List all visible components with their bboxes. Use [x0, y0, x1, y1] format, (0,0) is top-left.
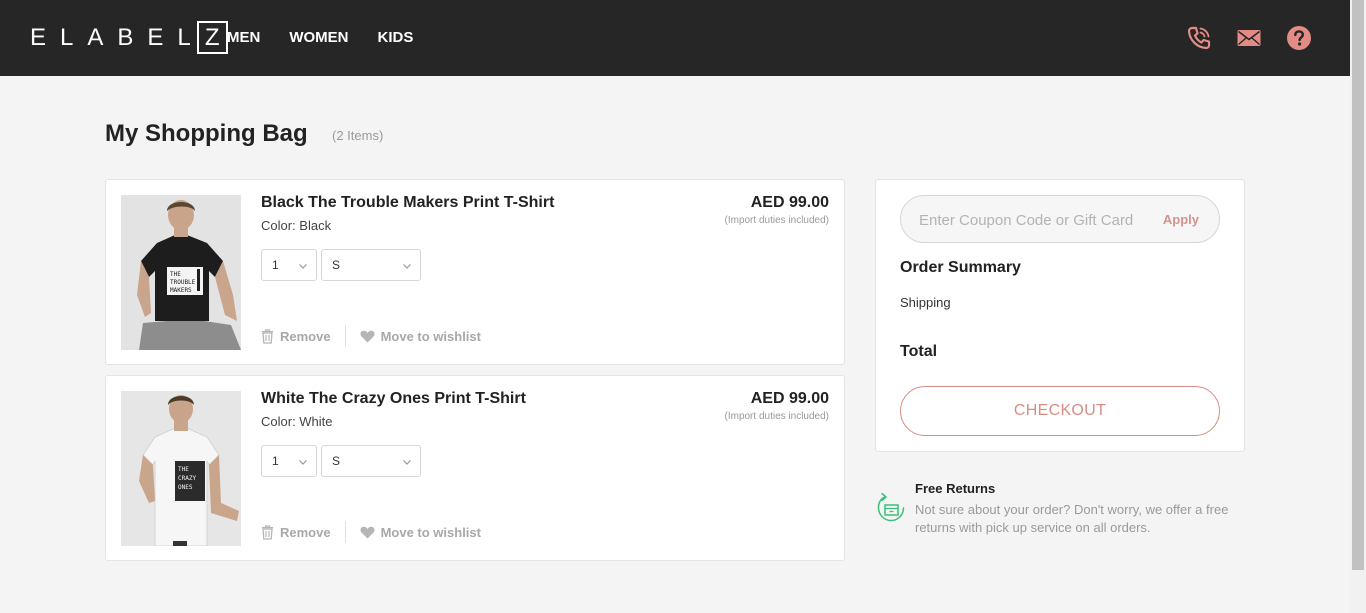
quantity-select[interactable]: 1	[261, 445, 317, 477]
item-count: (2 Items)	[332, 128, 384, 143]
shipping-label: Shipping	[900, 295, 951, 310]
size-select[interactable]: S	[321, 249, 421, 281]
move-to-wishlist-button[interactable]: Move to wishlist	[360, 329, 481, 344]
trash-icon	[261, 328, 274, 344]
heart-icon	[360, 330, 375, 342]
remove-button[interactable]: Remove	[261, 329, 331, 344]
action-divider	[344, 521, 346, 543]
item-actions: Remove Move to wishlist	[261, 325, 481, 347]
product-image[interactable]: THE CRAZY ONES	[121, 391, 241, 546]
logo-boxed-letter: Z	[196, 21, 228, 54]
coupon-input[interactable]	[919, 208, 1149, 232]
nav-men-link[interactable]: MEN	[227, 29, 260, 47]
item-actions: Remove Move to wishlist	[261, 521, 481, 543]
product-color: Color: Black	[261, 218, 332, 233]
remove-label: Remove	[280, 328, 331, 344]
shirt-print-line: ONES	[178, 484, 193, 491]
coupon-field: Apply	[900, 195, 1220, 243]
nav-women-link[interactable]: WOMEN	[289, 29, 348, 47]
size-select[interactable]: S	[321, 445, 421, 477]
wishlist-label: Move to wishlist	[380, 524, 481, 540]
page-scrollbar[interactable]	[1350, 0, 1366, 613]
cart-item: THE CRAZY ONES White The Crazy Ones Prin…	[105, 375, 845, 561]
product-color: Color: White	[261, 414, 333, 429]
scrollbar-thumb[interactable]	[1352, 0, 1364, 570]
cart-item: THE TROUBLE MAKERS Black The Trouble Mak…	[105, 179, 845, 365]
logo-letters: ELABEL	[30, 24, 205, 51]
move-to-wishlist-button[interactable]: Move to wishlist	[360, 525, 481, 540]
product-name[interactable]: White The Crazy Ones Print T-Shirt	[261, 390, 526, 408]
checkout-button[interactable]: CHECKOUT	[900, 386, 1220, 436]
shirt-print-line: MAKERS	[170, 287, 192, 294]
wishlist-label: Move to wishlist	[380, 328, 481, 344]
size-value: S	[332, 258, 341, 272]
action-divider	[344, 325, 346, 347]
order-summary-card: Apply Order Summary Shipping Total CHECK…	[875, 179, 1245, 452]
chevron-down-icon	[403, 460, 411, 465]
shirt-print-line: THE	[178, 466, 189, 473]
product-image[interactable]: THE TROUBLE MAKERS	[121, 195, 241, 350]
nav-kids-link[interactable]: KIDS	[378, 29, 414, 47]
remove-label: Remove	[280, 524, 331, 540]
import-duty-note: (Import duties included)	[724, 215, 830, 226]
free-returns-description: Not sure about your order? Don't worry, …	[915, 502, 1229, 535]
mail-icon[interactable]	[1236, 25, 1262, 51]
shirt-print-line: CRAZY	[178, 475, 196, 482]
quantity-value: 1	[272, 454, 279, 468]
product-price: AED 99.00	[750, 390, 829, 407]
size-value: S	[332, 454, 341, 468]
chevron-down-icon	[299, 460, 307, 465]
trash-icon	[261, 524, 274, 540]
quantity-value: 1	[272, 258, 279, 272]
apply-coupon-button[interactable]: Apply	[1163, 212, 1199, 227]
import-duty-note: (Import duties included)	[724, 411, 830, 422]
free-returns-icon	[877, 492, 905, 522]
chevron-down-icon	[403, 264, 411, 269]
product-price: AED 99.00	[750, 194, 829, 211]
page-title: My Shopping Bag	[105, 120, 308, 147]
main-nav: MEN WOMEN KIDS	[227, 29, 442, 47]
top-navigation-bar: ELABEL Z MEN WOMEN KIDS	[0, 0, 1350, 76]
phone-icon[interactable]	[1186, 25, 1212, 51]
order-summary-title: Order Summary	[900, 259, 1021, 276]
total-label: Total	[900, 343, 938, 360]
chevron-down-icon	[299, 264, 307, 269]
shirt-print-line: TROUBLE	[170, 279, 196, 286]
help-icon[interactable]	[1286, 25, 1312, 51]
heart-icon	[360, 526, 375, 538]
free-returns-title: Free Returns	[915, 481, 996, 496]
quantity-select[interactable]: 1	[261, 249, 317, 281]
product-name[interactable]: Black The Trouble Makers Print T-Shirt	[261, 194, 554, 212]
elabelz-logo[interactable]: ELABEL Z	[30, 21, 228, 54]
shirt-print-line: THE	[170, 271, 181, 278]
remove-button[interactable]: Remove	[261, 525, 331, 540]
